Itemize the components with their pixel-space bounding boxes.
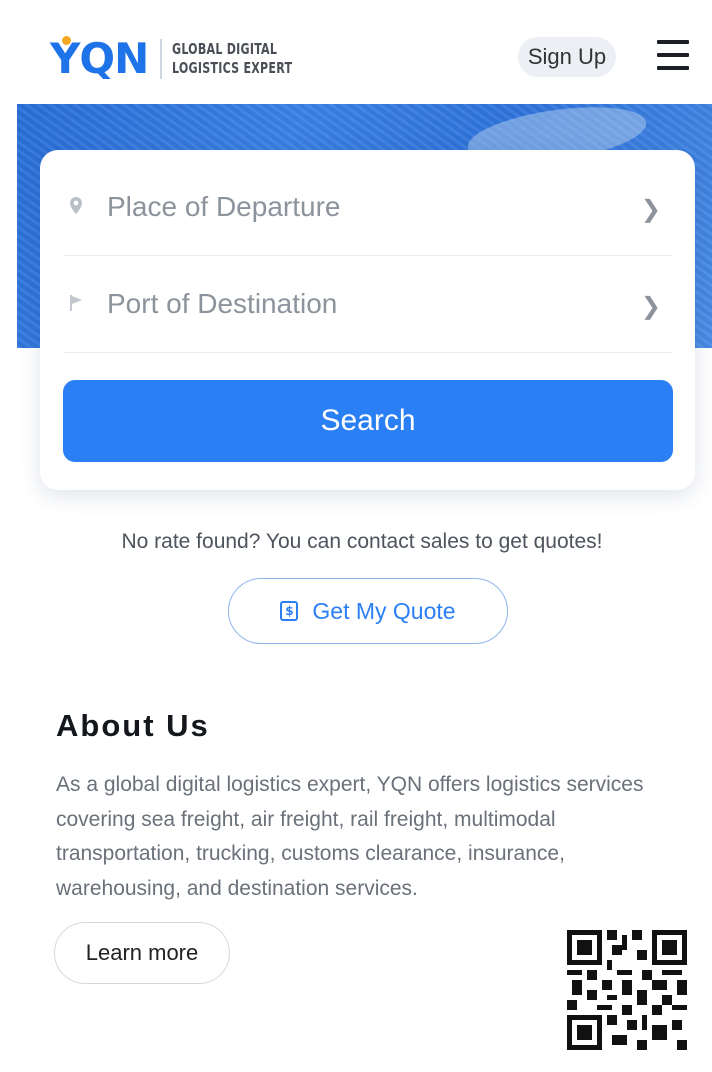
search-card: Place of Departure ❯ Port of Destination… bbox=[40, 150, 695, 490]
logo-divider bbox=[160, 39, 163, 79]
about-us-text: As a global digital logistics expert, YQ… bbox=[56, 773, 644, 900]
learn-more-button[interactable]: Learn more bbox=[54, 922, 230, 984]
logo-dot bbox=[62, 36, 71, 45]
qr-code-icon[interactable] bbox=[567, 930, 687, 1050]
departure-placeholder: Place of Departure bbox=[107, 191, 341, 222]
about-us-title: About Us bbox=[56, 708, 210, 743]
logo-mark: YQN bbox=[50, 36, 149, 80]
flag-icon bbox=[70, 295, 82, 311]
logo-tagline: GLOBAL DIGITAL LOGISTICS EXPERT bbox=[172, 40, 292, 78]
sign-up-button[interactable]: Sign Up bbox=[518, 37, 616, 77]
tagline-line2: LOGISTICS EXPERT bbox=[172, 59, 293, 77]
destination-field[interactable]: Port of Destination ❯ bbox=[63, 255, 673, 353]
chevron-right-icon: ❯ bbox=[640, 195, 661, 223]
no-rate-notice: No rate found? You can contact sales to … bbox=[121, 530, 603, 553]
chevron-right-icon: ❯ bbox=[640, 292, 661, 320]
search-button[interactable]: Search bbox=[63, 380, 673, 462]
quote-dollar-icon: $ bbox=[280, 601, 299, 621]
logo[interactable]: YQN GLOBAL DIGITAL LOGISTICS EXPERT bbox=[50, 36, 319, 80]
hamburger-menu-icon[interactable] bbox=[657, 40, 689, 70]
tagline-line1: GLOBAL DIGITAL bbox=[172, 40, 278, 58]
header: YQN GLOBAL DIGITAL LOGISTICS EXPERT Sign… bbox=[0, 0, 712, 104]
destination-placeholder: Port of Destination bbox=[107, 288, 338, 319]
location-pin-icon bbox=[70, 197, 82, 214]
departure-field[interactable]: Place of Departure ❯ bbox=[63, 158, 673, 256]
get-my-quote-label: Get My Quote bbox=[312, 597, 456, 624]
get-my-quote-button[interactable]: $ Get My Quote bbox=[228, 578, 508, 644]
